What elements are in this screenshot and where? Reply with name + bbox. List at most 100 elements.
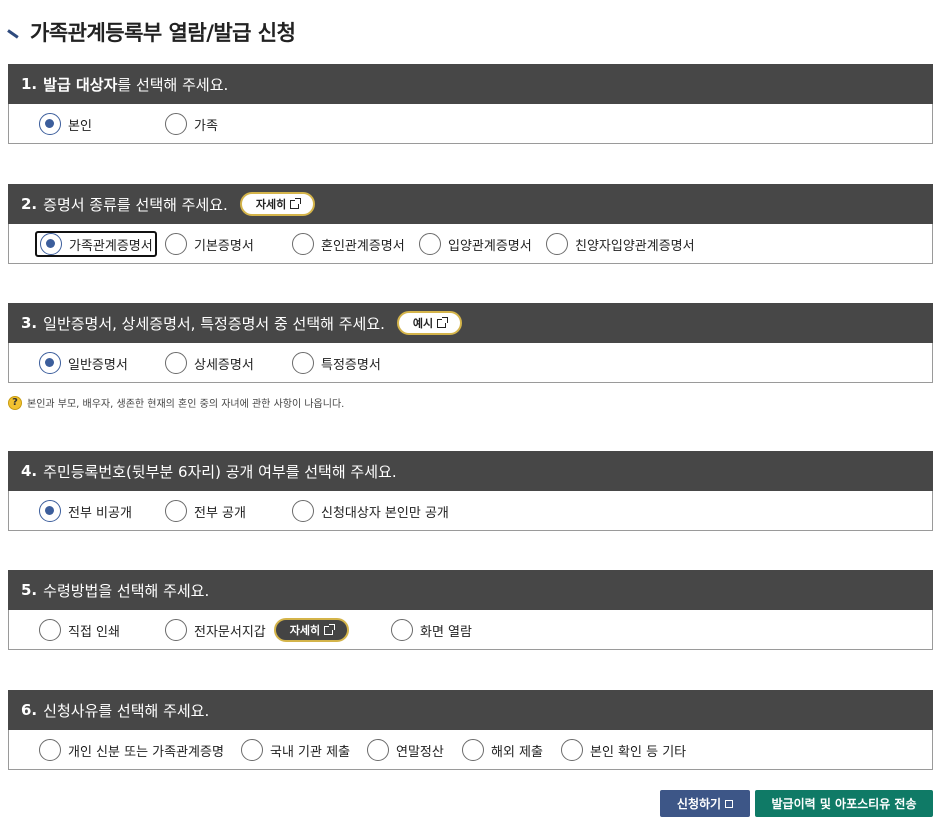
radio-label: 기본증명서 [194,238,254,254]
radio-button-selected[interactable] [39,500,61,522]
radio-label: 특정증명서 [321,357,381,373]
radio-button[interactable] [462,739,484,761]
radio-label: 본인 확인 등 기타 [590,744,687,760]
radio-label: 국내 기관 제출 [270,744,351,760]
section-title-rest: 수령방법을 선택해 주세요. [43,581,210,600]
radio-button-selected[interactable] [39,113,61,135]
radio-option-identity[interactable]: 개인 신분 또는 가족관계증명 [39,739,224,761]
radio-label: 일반증명서 [68,357,128,373]
radio-button[interactable] [165,619,187,641]
radio-label: 가족 [194,118,218,134]
radio-option-self-only[interactable]: 신청대상자 본인만 공개 [292,500,449,522]
radio-group-cert-type: 가족관계증명서 기본증명서 혼인관계증명서 입양관계증명서 친양자입양관계증명서 [8,224,933,264]
radio-button[interactable] [39,739,61,761]
radio-option-e-wallet[interactable]: 전자문서지갑 자세히 [165,618,350,642]
example-button-label: 예시 [412,317,434,330]
radio-label: 직접 인쇄 [68,624,120,640]
radio-label: 개인 신분 또는 가족관계증명 [68,744,224,760]
radio-label: 혼인관계증명서 [321,238,405,254]
radio-option-domestic[interactable]: 국내 기관 제출 [241,739,350,761]
radio-button[interactable] [241,739,263,761]
radio-option-family-relation[interactable]: 가족관계증명서 [35,231,157,257]
radio-label: 전자문서지갑 [194,624,266,640]
radio-button[interactable] [165,352,187,374]
section-title-rest: 증명서 종류를 선택해 주세요. [43,195,228,214]
radio-button[interactable] [292,233,314,255]
radio-option-basic[interactable]: 기본증명서 [165,233,254,255]
apply-button[interactable]: 신청하기 [660,790,750,817]
section-cert-detail: 3. 일반증명서, 상세증명서, 특정증명서 중 선택해 주세요. 예시 일반증… [8,303,933,383]
help-note-text: 본인과 부모, 배우자, 생존한 현재의 혼인 중의 자녀에 관한 사항이 나옵… [27,399,345,410]
section-number: 1. [21,75,38,93]
radio-group-rrn: 전부 비공개 전부 공개 신청대상자 본인만 공개 [8,491,933,531]
section-reason: 6. 신청사유를 선택해 주세요. 개인 신분 또는 가족관계증명 국내 기관 … [8,690,933,770]
radio-option-overseas[interactable]: 해외 제출 [462,739,543,761]
radio-button[interactable] [165,233,187,255]
help-note: ? 본인과 부모, 배우자, 생존한 현재의 혼인 중의 자녀에 관한 사항이 … [8,395,344,410]
radio-label: 화면 열람 [420,624,472,640]
section-target: 1. 발급 대상자 를 선택해 주세요. 본인 가족 [8,64,933,144]
section-header: 4. 주민등록번호(뒷부분 6자리) 공개 여부를 선택해 주세요. [8,451,933,491]
section-title-rest: 신청사유를 선택해 주세요. [43,701,210,720]
radio-button[interactable] [419,233,441,255]
radio-label: 본인 [68,118,92,134]
radio-button-selected[interactable] [40,233,62,255]
radio-label: 신청대상자 본인만 공개 [321,505,449,521]
e-wallet-details-button[interactable]: 자세히 [273,618,350,642]
radio-option-screen-view[interactable]: 화면 열람 [391,619,472,641]
radio-label: 전부 비공개 [68,505,132,521]
section-title-rest: 를 선택해 주세요. [117,75,229,94]
section-title-rest: 주민등록번호(뒷부분 6자리) 공개 여부를 선택해 주세요. [43,462,397,481]
radio-label: 전부 공개 [194,505,246,521]
send-history-button[interactable]: 발급이력 및 아포스티유 전송 [755,790,933,817]
section-cert-type: 2. 증명서 종류를 선택해 주세요. 자세히 가족관계증명서 기본증명서 혼인… [8,184,933,264]
page-title-text: 가족관계등록부 열람/발급 신청 [30,21,296,45]
apply-button-label: 신청하기 [676,797,722,811]
section-rrn-disclosure: 4. 주민등록번호(뒷부분 6자리) 공개 여부를 선택해 주세요. 전부 비공… [8,451,933,531]
radio-group-receipt: 직접 인쇄 전자문서지갑 자세히 화면 열람 [8,610,933,650]
external-link-icon [290,197,302,209]
radio-button[interactable] [165,500,187,522]
example-button[interactable]: 예시 [396,311,463,335]
radio-option-tax[interactable]: 연말정산 [367,739,444,761]
send-history-button-label: 발급이력 및 아포스티유 전송 [771,797,917,811]
details-button[interactable]: 자세히 [239,192,316,216]
details-button-label: 자세히 [255,198,287,211]
radio-button[interactable] [367,739,389,761]
radio-group-target: 본인 가족 [8,104,933,144]
radio-option-self[interactable]: 본인 [39,113,92,135]
radio-option-full-adoption[interactable]: 친양자입양관계증명서 [546,233,695,255]
external-link-icon [725,799,734,808]
section-number: 4. [21,462,38,480]
radio-label: 상세증명서 [194,357,254,373]
section-number: 2. [21,195,38,213]
radio-button[interactable] [292,500,314,522]
radio-option-specific[interactable]: 특정증명서 [292,352,381,374]
radio-group-cert-detail: 일반증명서 상세증명서 특정증명서 [8,343,933,383]
external-link-icon [437,316,449,328]
radio-button[interactable] [546,233,568,255]
radio-button[interactable] [39,619,61,641]
radio-button[interactable] [292,352,314,374]
section-number: 3. [21,314,38,332]
radio-option-marriage[interactable]: 혼인관계증명서 [292,233,405,255]
radio-button-selected[interactable] [39,352,61,374]
radio-option-other[interactable]: 본인 확인 등 기타 [561,739,686,761]
external-link-icon [324,623,336,635]
radio-button[interactable] [165,113,187,135]
radio-option-family[interactable]: 가족 [165,113,218,135]
radio-option-detailed[interactable]: 상세증명서 [165,352,254,374]
section-header: 5. 수령방법을 선택해 주세요. [8,570,933,610]
radio-label: 연말정산 [396,744,444,760]
radio-button[interactable] [561,739,583,761]
radio-label: 입양관계증명서 [448,238,532,254]
radio-button[interactable] [391,619,413,641]
radio-option-all-public[interactable]: 전부 공개 [165,500,246,522]
radio-option-general[interactable]: 일반증명서 [39,352,128,374]
radio-option-print[interactable]: 직접 인쇄 [39,619,120,641]
section-header: 6. 신청사유를 선택해 주세요. [8,690,933,730]
radio-label: 해외 제출 [491,744,543,760]
radio-option-adoption[interactable]: 입양관계증명서 [419,233,532,255]
radio-option-all-private[interactable]: 전부 비공개 [39,500,132,522]
section-title-bold: 발급 대상자 [43,75,118,94]
